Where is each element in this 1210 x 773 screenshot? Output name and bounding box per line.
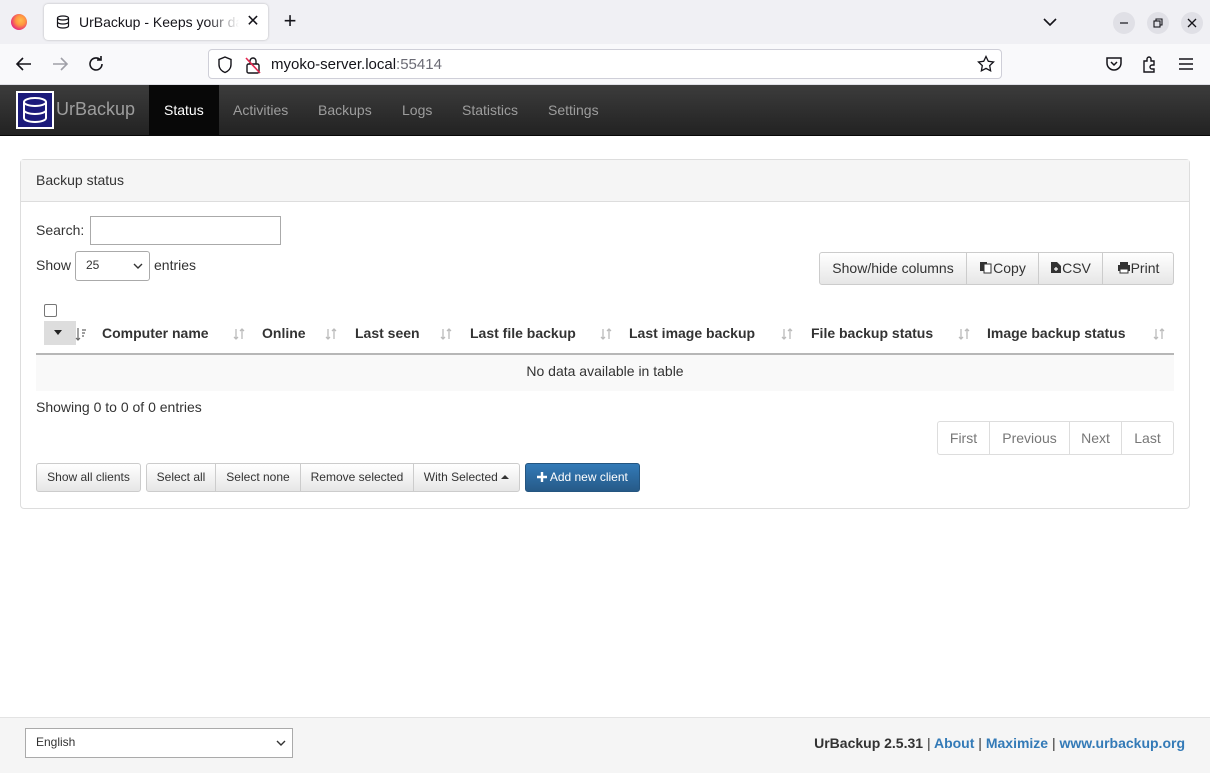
pocket-icon[interactable]: [1104, 54, 1124, 74]
search-input[interactable]: [90, 216, 281, 245]
maximize-link[interactable]: Maximize: [986, 735, 1048, 751]
sort-asc-icon[interactable]: [75, 326, 87, 342]
col-image-backup-status[interactable]: Image backup status: [987, 325, 1126, 341]
search-label: Search:: [36, 222, 85, 238]
tab-title: UrBackup - Keeps your data safe: [79, 14, 239, 30]
show-label: Show: [36, 257, 72, 273]
pager-last[interactable]: Last: [1121, 421, 1174, 455]
browser-tab[interactable]: UrBackup - Keeps your data safe ✕: [44, 4, 268, 40]
brand-name[interactable]: UrBackup: [56, 99, 135, 120]
urbackup-logo-icon[interactable]: [16, 91, 54, 129]
csv-label: CSV: [1062, 260, 1091, 276]
caret-up-icon: [501, 475, 510, 479]
copy-button[interactable]: Copy: [966, 252, 1039, 285]
insecure-lock-icon[interactable]: [245, 56, 261, 74]
table-empty-row: No data available in table: [36, 355, 1174, 391]
plus-icon: [537, 472, 548, 482]
language-select-value: English: [36, 735, 76, 749]
sort-both-icon[interactable]: [600, 326, 612, 342]
caret-down-icon: [54, 330, 62, 335]
address-bar[interactable]: myoko-server.local:55414: [208, 49, 1002, 79]
col-last-seen[interactable]: Last seen: [355, 325, 420, 341]
add-new-client-label: Add new client: [549, 470, 628, 484]
pager-next[interactable]: Next: [1069, 421, 1122, 455]
separator: |: [926, 735, 931, 751]
add-new-client-button[interactable]: Add new client: [525, 463, 640, 492]
bookmark-star-icon[interactable]: [977, 55, 995, 73]
col-last-file-backup[interactable]: Last file backup: [470, 325, 576, 341]
show-all-clients-button[interactable]: Show all clients: [36, 463, 141, 492]
select-all-checkbox[interactable]: [44, 304, 57, 317]
col-file-backup-status[interactable]: File backup status: [811, 325, 933, 341]
panel-title: Backup status: [21, 160, 1189, 202]
tab-close-icon[interactable]: ✕: [244, 13, 262, 31]
url-text[interactable]: myoko-server.local:55414: [271, 56, 442, 73]
nav-backups[interactable]: Backups: [303, 85, 387, 135]
pager-first[interactable]: First: [937, 421, 990, 455]
sort-both-icon[interactable]: [440, 326, 452, 342]
show-hide-columns-button[interactable]: Show/hide columns: [819, 252, 967, 285]
shield-icon[interactable]: [217, 56, 233, 74]
language-select[interactable]: English: [25, 728, 293, 758]
copy-label: Copy: [993, 260, 1026, 276]
website-link[interactable]: www.urbackup.org: [1060, 735, 1186, 751]
back-arrow-icon[interactable]: [14, 54, 34, 74]
select-none-button[interactable]: Select none: [215, 463, 301, 492]
footer: English UrBackup 2.5.31 | About | Maximi…: [0, 717, 1210, 773]
entries-select-value: 25: [86, 258, 100, 272]
separator: |: [1051, 735, 1056, 751]
nav-status[interactable]: Status: [149, 85, 219, 135]
entries-select[interactable]: 25: [75, 251, 150, 281]
with-selected-label: With Selected: [423, 470, 498, 484]
sort-both-icon[interactable]: [1153, 326, 1165, 342]
with-selected-dropdown[interactable]: With Selected: [413, 463, 520, 492]
browser-tab-bar: UrBackup - Keeps your data safe ✕ +: [0, 0, 1210, 44]
minimize-icon[interactable]: [1113, 12, 1135, 34]
print-button[interactable]: Print: [1102, 252, 1174, 285]
csv-file-icon: [1051, 262, 1062, 273]
extensions-icon[interactable]: [1140, 54, 1160, 74]
url-host: myoko-server.local: [271, 56, 397, 73]
entries-label: entries: [154, 257, 197, 273]
col-last-image-backup[interactable]: Last image backup: [629, 325, 755, 341]
remove-selected-button[interactable]: Remove selected: [300, 463, 414, 492]
menu-hamburger-icon[interactable]: [1176, 54, 1196, 74]
nav-statistics[interactable]: Statistics: [447, 85, 533, 135]
table-info: Showing 0 to 0 of 0 entries: [36, 399, 202, 415]
firefox-logo-icon: [11, 14, 27, 30]
database-icon: [56, 15, 70, 29]
close-window-icon[interactable]: [1181, 12, 1203, 34]
sort-both-icon[interactable]: [958, 326, 970, 342]
nav-settings[interactable]: Settings: [533, 85, 614, 135]
nav-logs[interactable]: Logs: [387, 85, 447, 135]
sort-both-icon[interactable]: [233, 326, 245, 342]
version-text: UrBackup 2.5.31: [814, 735, 924, 751]
copy-icon: [980, 262, 992, 274]
url-port: :55414: [396, 56, 442, 73]
reload-icon[interactable]: [86, 54, 106, 74]
chevron-down-icon: [276, 740, 286, 746]
separator: |: [978, 735, 982, 751]
col-online[interactable]: Online: [262, 325, 306, 341]
col-computer-name[interactable]: Computer name: [102, 325, 209, 341]
tab-list-chevron-icon[interactable]: [1040, 12, 1060, 32]
pager-previous[interactable]: Previous: [989, 421, 1070, 455]
sort-both-icon[interactable]: [325, 326, 337, 342]
footer-links: UrBackup 2.5.31 | About | Maximize | www…: [814, 735, 1185, 751]
sort-both-icon[interactable]: [781, 326, 793, 342]
column-control-toggle[interactable]: [44, 321, 76, 345]
about-link[interactable]: About: [934, 735, 974, 751]
forward-arrow-icon[interactable]: [50, 54, 70, 74]
restore-icon[interactable]: [1147, 12, 1169, 34]
nav-activities[interactable]: Activities: [218, 85, 303, 135]
chevron-down-icon: [133, 263, 143, 269]
printer-icon: [1117, 262, 1130, 274]
csv-button[interactable]: CSV: [1038, 252, 1103, 285]
print-label: Print: [1130, 260, 1160, 276]
select-all-button[interactable]: Select all: [146, 463, 216, 492]
app-navbar: UrBackup Status Activities Backups Logs …: [0, 85, 1210, 136]
new-tab-icon[interactable]: +: [280, 10, 300, 34]
browser-toolbar: myoko-server.local:55414: [0, 44, 1210, 85]
